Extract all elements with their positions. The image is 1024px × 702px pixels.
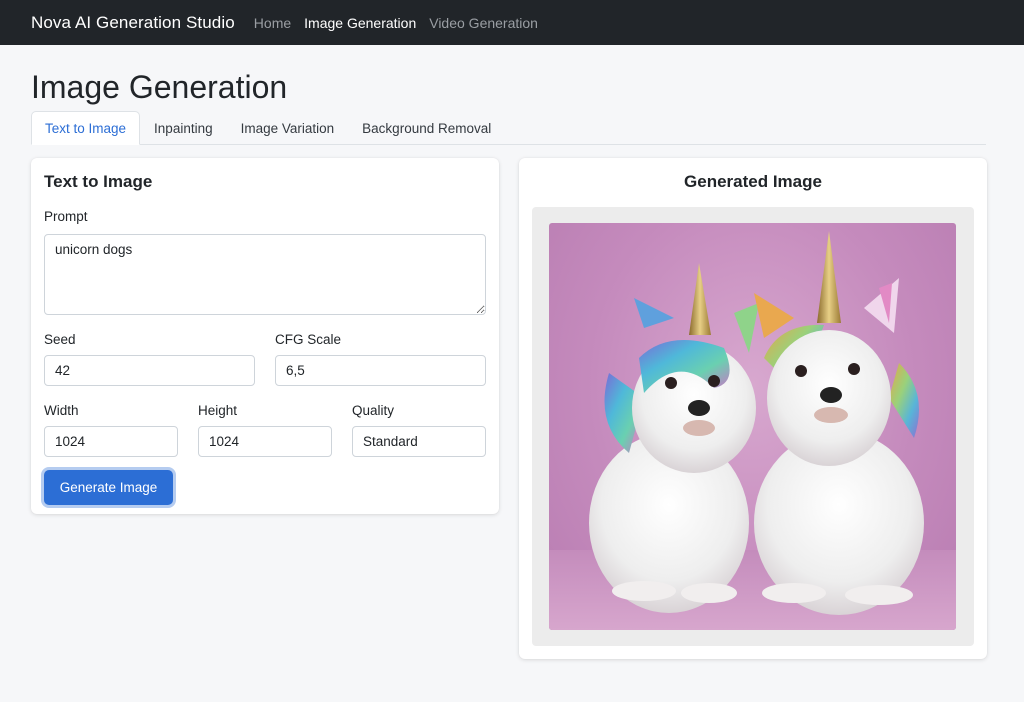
cfg-scale-group: CFG Scale	[275, 331, 486, 386]
generate-image-button[interactable]: Generate Image	[44, 470, 173, 505]
tab-background-removal[interactable]: Background Removal	[348, 111, 505, 144]
prompt-textarea[interactable]: unicorn dogs	[44, 234, 486, 315]
generated-image-card: Generated Image	[519, 158, 987, 659]
tab-image-variation[interactable]: Image Variation	[227, 111, 349, 144]
quality-input[interactable]	[352, 426, 486, 457]
cfg-scale-label: CFG Scale	[275, 332, 342, 347]
nav-link-image-generation[interactable]: Image Generation	[304, 15, 416, 31]
content-row: Text to Image Prompt unicorn dogs Seed C…	[31, 158, 987, 659]
width-group: Width	[44, 402, 178, 457]
main-content: Image Generation Text to Image Inpaintin…	[0, 65, 1024, 659]
width-input[interactable]	[44, 426, 178, 457]
unicorn-dogs-illustration	[589, 231, 924, 615]
generated-image[interactable]	[549, 223, 956, 630]
seed-label: Seed	[44, 332, 76, 347]
width-label: Width	[44, 403, 79, 418]
form-card-title: Text to Image	[44, 172, 153, 191]
height-label: Height	[198, 403, 238, 418]
image-frame	[532, 207, 974, 646]
seed-cfg-row: Seed CFG Scale	[44, 331, 486, 386]
seed-input[interactable]	[44, 355, 255, 386]
nav-link-video-generation[interactable]: Video Generation	[429, 15, 538, 31]
text-to-image-form-card: Text to Image Prompt unicorn dogs Seed C…	[31, 158, 499, 514]
tab-inpainting[interactable]: Inpainting	[140, 111, 227, 144]
generated-image-title: Generated Image	[684, 172, 822, 191]
dimensions-quality-row: Width Height Quality	[44, 402, 486, 457]
quality-label: Quality	[352, 403, 395, 418]
brand-title[interactable]: Nova AI Generation Studio	[31, 13, 235, 33]
height-group: Height	[198, 402, 332, 457]
top-navbar: Nova AI Generation Studio Home Image Gen…	[0, 0, 1024, 45]
seed-group: Seed	[44, 331, 255, 386]
quality-group: Quality	[352, 402, 486, 457]
cfg-scale-input[interactable]	[275, 355, 486, 386]
height-input[interactable]	[198, 426, 332, 457]
tab-text-to-image[interactable]: Text to Image	[31, 111, 141, 145]
page-title: Image Generation	[31, 69, 288, 105]
prompt-label: Prompt	[44, 209, 88, 224]
nav-link-home[interactable]: Home	[254, 15, 291, 31]
tab-bar: Text to Image Inpainting Image Variation…	[31, 111, 986, 145]
